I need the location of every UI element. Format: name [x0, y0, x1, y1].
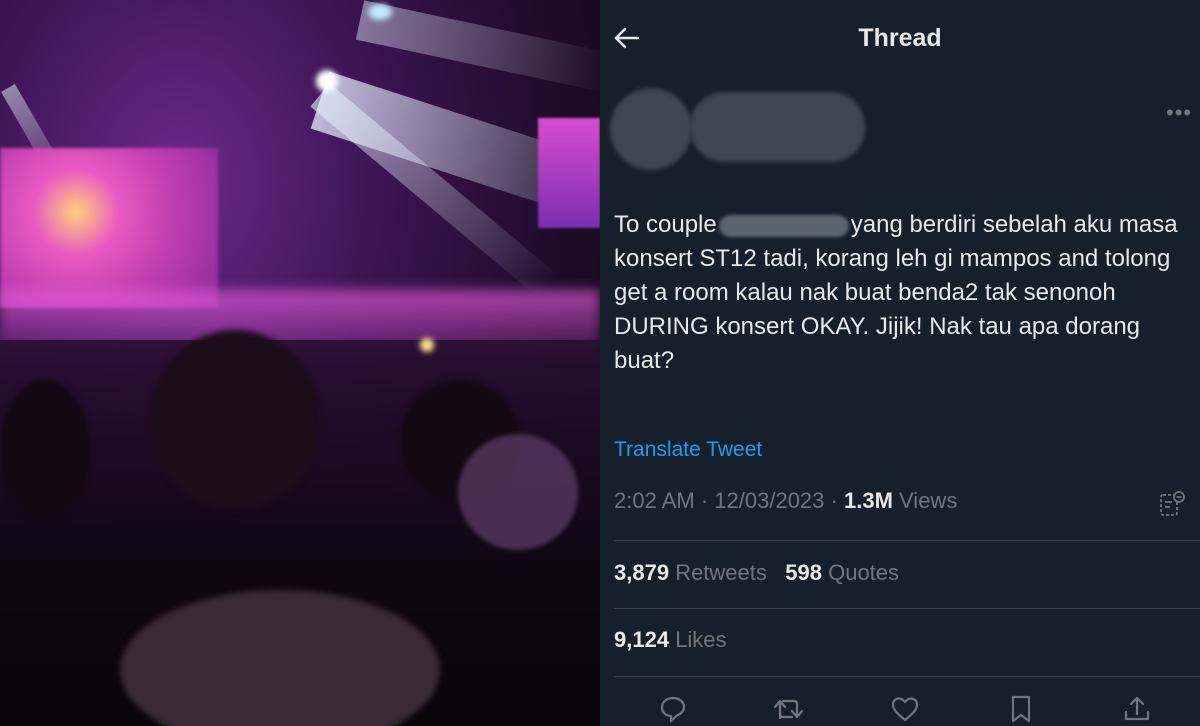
avatar[interactable]	[610, 88, 692, 170]
share-button[interactable]	[1120, 694, 1154, 726]
translate-tweet-link[interactable]: Translate Tweet	[614, 438, 762, 462]
quotes-count: 598	[785, 560, 822, 585]
retweet-icon	[773, 699, 804, 720]
reply-button[interactable]	[656, 694, 690, 726]
side-screen	[538, 118, 600, 228]
views-count: 1.3M	[843, 488, 893, 513]
concert-photo	[0, 0, 600, 726]
bookmark-button[interactable]	[1004, 694, 1038, 726]
tweet-thread-panel: Thread ••• To couple yang berdiri sebelah…	[600, 0, 1200, 726]
redacted-text	[718, 214, 849, 237]
likes-stats: 9,124 Likes	[614, 627, 727, 653]
phone-light	[420, 338, 434, 352]
divider	[614, 676, 1200, 677]
analytics-icon[interactable]	[1158, 490, 1186, 523]
likes-count: 9,124	[614, 627, 670, 652]
reply-icon	[660, 696, 686, 723]
like-icon	[891, 697, 919, 722]
views-label: Views	[899, 488, 958, 513]
page-title: Thread	[858, 24, 942, 52]
more-icon[interactable]: •••	[1166, 100, 1192, 126]
stage-light	[368, 4, 392, 20]
retweets-label: Retweets	[675, 560, 767, 585]
tweet-time[interactable]: 2:02 AM	[614, 488, 695, 513]
quotes-stat[interactable]: 598 Quotes	[785, 560, 899, 585]
likes-label: Likes	[675, 627, 727, 652]
bookmark-icon	[1011, 695, 1031, 723]
divider	[614, 608, 1200, 609]
tweet-text-start: To couple	[614, 211, 717, 238]
crowd-head	[0, 380, 90, 520]
retweets-count: 3,879	[614, 560, 670, 585]
like-button[interactable]	[888, 694, 922, 726]
crowd-head	[150, 330, 320, 510]
tweet-actions	[600, 694, 1200, 726]
retweet-button[interactable]	[772, 694, 806, 726]
tweet-text: To couple yang berdiri sebelah aku masa k…	[614, 208, 1200, 378]
quotes-label: Quotes	[828, 560, 900, 585]
share-icon	[1124, 696, 1150, 721]
tweet-meta: 2:02 AM · 12/03/2023 · 1.3M Views	[614, 488, 958, 513]
stage-screen	[0, 148, 218, 308]
light-beam	[355, 0, 600, 94]
retweet-quote-stats: 3,879 Retweets 598 Quotes	[614, 560, 899, 586]
likes-stat[interactable]: 9,124 Likes	[614, 627, 727, 652]
blurred-face	[458, 434, 578, 550]
thread-header: Thread	[600, 0, 1200, 78]
divider	[614, 540, 1200, 541]
stage-light	[316, 70, 338, 92]
tweet-date[interactable]: 12/03/2023	[714, 488, 824, 513]
author-name-redacted[interactable]	[690, 92, 865, 162]
retweets-stat[interactable]: 3,879 Retweets	[614, 560, 767, 585]
